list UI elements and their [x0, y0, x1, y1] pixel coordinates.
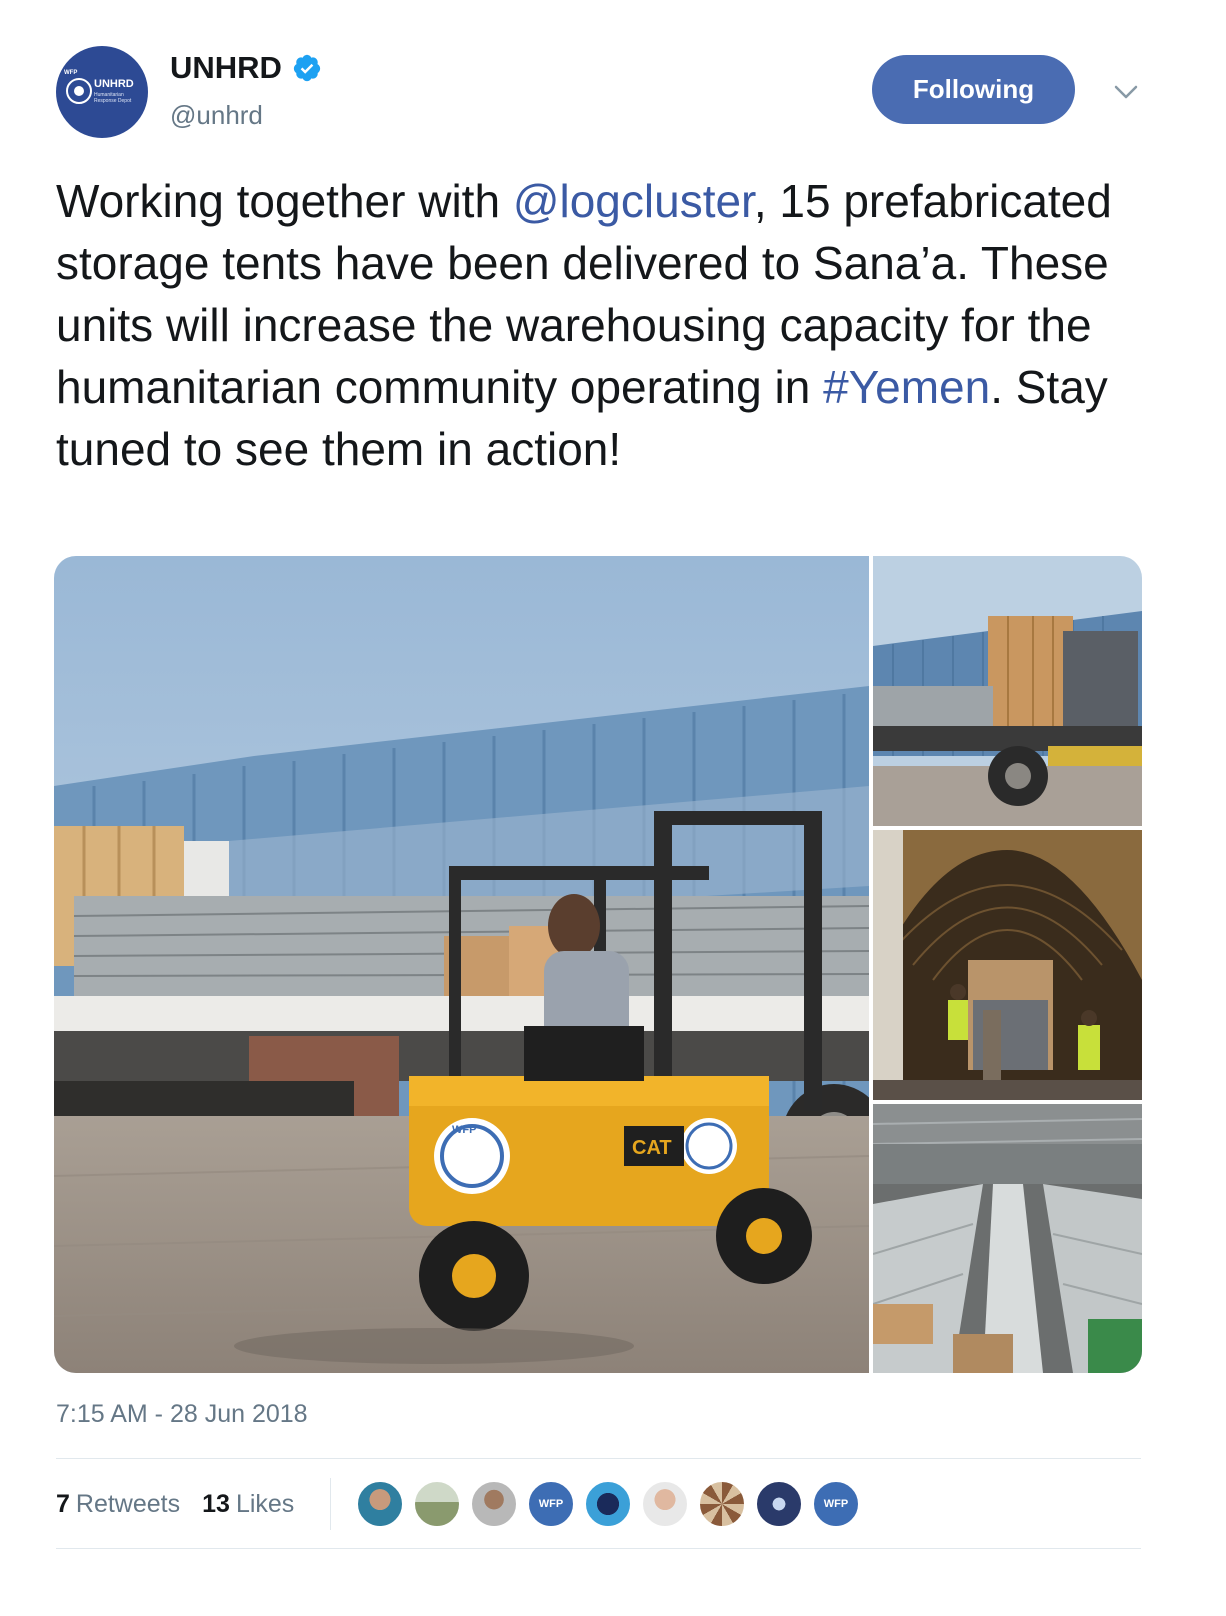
photo-warehouse-panels-image	[873, 1104, 1142, 1373]
photo-warehouse-panels[interactable]	[873, 1104, 1142, 1373]
tweet-text: Working together with @logcluster, 15 pr…	[56, 170, 1166, 480]
media-grid: WFP CAT	[54, 556, 1142, 1373]
liker-avatar[interactable]	[755, 1480, 803, 1528]
retweets-stat[interactable]: 7 Retweets	[56, 1490, 180, 1519]
user-handle[interactable]: @unhrd	[170, 100, 263, 131]
hashtag-link[interactable]: #Yemen	[823, 361, 990, 413]
forklift-logo-text: WFP	[452, 1124, 476, 1136]
liker-avatar[interactable]	[641, 1480, 689, 1528]
avatar-name-text: UNHRD	[94, 78, 134, 90]
photo-aircraft-hold[interactable]	[873, 830, 1142, 1100]
photo-forklift-image: WFP CAT	[54, 556, 869, 1373]
display-name-text[interactable]: UNHRD	[170, 50, 282, 86]
verified-badge-icon	[293, 54, 321, 82]
wfp-logo-text: WFP	[538, 1498, 564, 1510]
divider	[56, 1548, 1141, 1549]
avatar-wfp-text: WFP	[64, 70, 78, 76]
avatar[interactable]: WFP UNHRD Humanitarian Response Depot	[56, 46, 148, 138]
divider	[56, 1458, 1141, 1459]
liker-avatar[interactable]	[413, 1480, 461, 1528]
liker-avatar[interactable]	[584, 1480, 632, 1528]
likes-count: 13	[202, 1489, 230, 1518]
tweet-stats: 7 Retweets 13 Likes	[56, 1468, 316, 1540]
likers-avatars: WFP WFP	[356, 1480, 869, 1528]
following-button[interactable]: Following	[872, 55, 1075, 124]
retweets-label: Retweets	[75, 1489, 181, 1518]
retweets-count: 7	[56, 1489, 70, 1518]
likes-stat[interactable]: 13 Likes	[202, 1490, 294, 1519]
mention-link[interactable]: @logcluster	[513, 175, 754, 227]
photo-aircraft-hold-image	[873, 830, 1142, 1100]
forklift-brand-text: CAT	[632, 1137, 672, 1159]
liker-avatar[interactable]: WFP	[812, 1480, 860, 1528]
photo-truck[interactable]	[873, 556, 1142, 826]
tweet-text-part: Working together with	[56, 175, 513, 227]
display-name[interactable]: UNHRD	[170, 50, 322, 86]
un-emblem-icon	[66, 78, 92, 104]
liker-avatar[interactable]	[356, 1480, 404, 1528]
wfp-logo-text: WFP	[823, 1498, 849, 1510]
liker-avatar[interactable]	[470, 1480, 518, 1528]
tweet-timestamp[interactable]: 7:15 AM - 28 Jun 2018	[56, 1400, 308, 1429]
liker-avatar[interactable]	[698, 1480, 746, 1528]
photo-forklift[interactable]: WFP CAT	[54, 556, 869, 1373]
chevron-down-icon[interactable]	[1112, 80, 1140, 104]
likes-label: Likes	[235, 1489, 295, 1518]
liker-avatar[interactable]: WFP	[527, 1480, 575, 1528]
avatar-sub-text: Humanitarian Response Depot	[94, 92, 132, 104]
stats-separator	[330, 1478, 331, 1530]
photo-truck-image	[873, 556, 1142, 826]
